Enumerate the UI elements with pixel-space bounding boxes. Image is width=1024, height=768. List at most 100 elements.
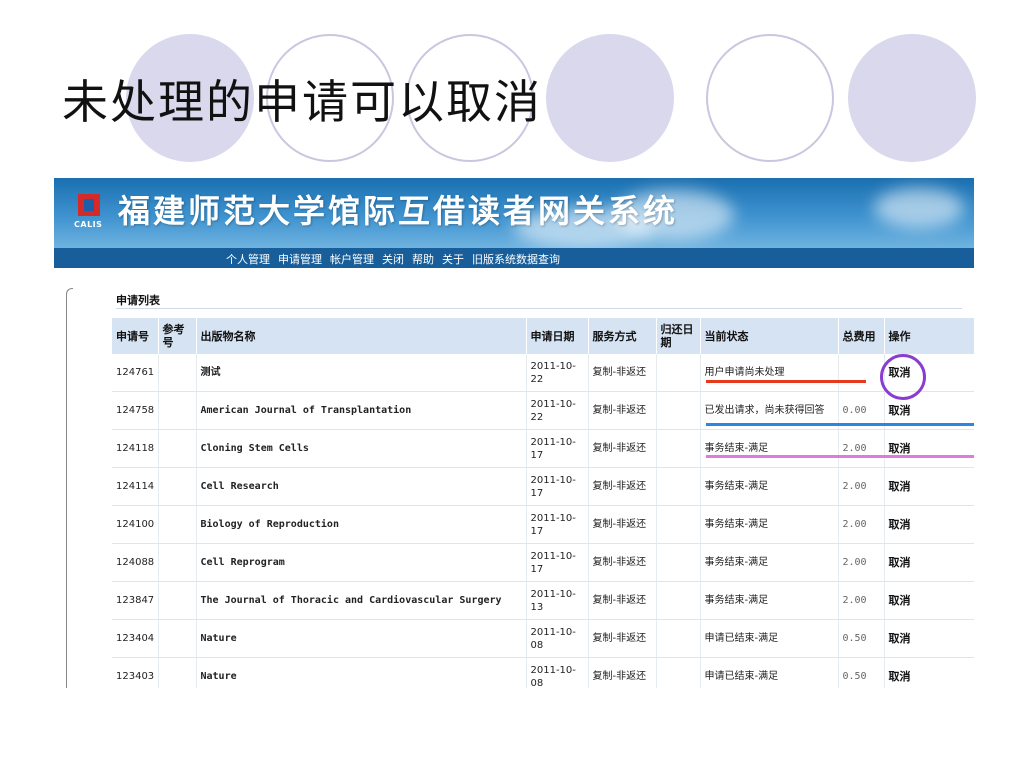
publication-title: American Journal of Transplantation bbox=[196, 391, 527, 430]
nav-account[interactable]: 帐户管理 bbox=[330, 251, 374, 267]
return-date bbox=[656, 581, 701, 620]
table-row: 124118 Cloning Stem Cells 2011-10-17 复制-非返还… bbox=[112, 429, 974, 468]
request-date: 2011-10-17 bbox=[526, 505, 589, 544]
publication-title: The Journal of Thoracic and Cardiovascul… bbox=[196, 581, 527, 620]
slide-title: 未处理的申请可以取消 bbox=[62, 75, 542, 129]
ref-id bbox=[158, 581, 197, 620]
request-date: 2011-10-08 bbox=[526, 657, 589, 688]
service-type: 复制-非返还 bbox=[588, 354, 657, 392]
col-header: 申请日期 bbox=[526, 318, 589, 354]
col-header: 申请号 bbox=[112, 318, 159, 354]
cancel-link[interactable]: 取消 bbox=[884, 505, 974, 544]
current-status: 申请已结束-满足 bbox=[700, 619, 839, 658]
publication-title: Nature bbox=[196, 619, 527, 658]
highlight-circle bbox=[880, 354, 926, 400]
nav-about[interactable]: 关于 bbox=[442, 251, 464, 267]
request-date: 2011-10-22 bbox=[526, 391, 589, 430]
cancel-link[interactable]: 取消 bbox=[884, 619, 974, 658]
total-fee: 2.00 bbox=[838, 467, 885, 506]
publication-title: Nature bbox=[196, 657, 527, 688]
col-header: 操作 bbox=[884, 318, 974, 354]
ref-id bbox=[158, 505, 197, 544]
table-row: 124761 测试 2011-10-22 复制-非返还 用户申请尚未处理 取消 bbox=[112, 354, 974, 392]
request-id: 124761 bbox=[112, 354, 159, 392]
nav-personal[interactable]: 个人管理 bbox=[226, 251, 270, 267]
cancel-link[interactable]: 取消 bbox=[884, 467, 974, 506]
table-row: 124114 Cell Research 2011-10-17 复制-非返还 事务结束-… bbox=[112, 467, 974, 506]
col-header: 总费用 bbox=[838, 318, 885, 354]
return-date bbox=[656, 354, 701, 392]
nav-help[interactable]: 帮助 bbox=[412, 251, 434, 267]
return-date bbox=[656, 543, 701, 582]
col-header: 归还日期 bbox=[656, 318, 701, 354]
request-id: 123403 bbox=[112, 657, 159, 688]
request-date: 2011-10-13 bbox=[526, 581, 589, 620]
return-date bbox=[656, 657, 701, 688]
current-status: 事务结束-满足 bbox=[700, 581, 839, 620]
service-type: 复制-非返还 bbox=[588, 467, 657, 506]
col-header: 服务方式 bbox=[588, 318, 657, 354]
service-type: 复制-非返还 bbox=[588, 619, 657, 658]
total-fee: 2.00 bbox=[838, 581, 885, 620]
ref-id bbox=[158, 543, 197, 582]
total-fee bbox=[838, 354, 885, 392]
current-status: 用户申请尚未处理 bbox=[700, 354, 839, 392]
calis-logo: CALIS bbox=[74, 186, 106, 230]
service-type: 复制-非返还 bbox=[588, 505, 657, 544]
total-fee: 2.00 bbox=[838, 543, 885, 582]
service-type: 复制-非返还 bbox=[588, 657, 657, 688]
request-table: 申请号 参考号 出版物名称 申请日期 服务方式 归还日期 当前状态 总费用 操作… bbox=[112, 318, 974, 688]
publication-title: Biology of Reproduction bbox=[196, 505, 527, 544]
current-status: 事务结束-满足 bbox=[700, 505, 839, 544]
ref-id bbox=[158, 467, 197, 506]
cancel-link[interactable]: 取消 bbox=[884, 581, 974, 620]
highlight-underline-blue bbox=[706, 423, 974, 426]
table-header-row: 申请号 参考号 出版物名称 申请日期 服务方式 归还日期 当前状态 总费用 操作 bbox=[112, 318, 974, 354]
col-header: 出版物名称 bbox=[196, 318, 527, 354]
request-id: 124088 bbox=[112, 543, 159, 582]
publication-title: Cell Reprogram bbox=[196, 543, 527, 582]
request-date: 2011-10-17 bbox=[526, 543, 589, 582]
decor-circle bbox=[546, 34, 674, 162]
table-row: 124100 Biology of Reproduction 2011-10-17 复… bbox=[112, 505, 974, 544]
request-date: 2011-10-17 bbox=[526, 429, 589, 468]
request-id: 123847 bbox=[112, 581, 159, 620]
publication-title: 测试 bbox=[196, 354, 527, 392]
nav-requests[interactable]: 申请管理 bbox=[278, 251, 322, 267]
total-fee: 2.00 bbox=[838, 429, 885, 468]
decor-circle bbox=[706, 34, 834, 162]
request-id: 124100 bbox=[112, 505, 159, 544]
content-frame bbox=[66, 288, 73, 688]
total-fee: 0.50 bbox=[838, 619, 885, 658]
cancel-link[interactable]: 取消 bbox=[884, 657, 974, 688]
return-date bbox=[656, 619, 701, 658]
nav-bar: 个人管理 申请管理 帐户管理 关闭 帮助 关于 旧版系统数据查询 bbox=[54, 248, 974, 268]
current-status: 申请已结束-满足 bbox=[700, 657, 839, 688]
system-title: 福建师范大学馆际互借读者网关系统 bbox=[118, 192, 679, 230]
current-status: 事务结束-满足 bbox=[700, 543, 839, 582]
total-fee: 0.50 bbox=[838, 657, 885, 688]
service-type: 复制-非返还 bbox=[588, 391, 657, 430]
table-row: 123403 Nature 2011-10-08 复制-非返还 申请已结束-满足 0.50… bbox=[112, 657, 974, 688]
ref-id bbox=[158, 429, 197, 468]
return-date bbox=[656, 505, 701, 544]
request-id: 124118 bbox=[112, 429, 159, 468]
cancel-link[interactable]: 取消 bbox=[884, 429, 974, 468]
ref-id bbox=[158, 619, 197, 658]
header-banner: CALIS 福建师范大学馆际互借读者网关系统 bbox=[54, 178, 974, 248]
col-header: 当前状态 bbox=[700, 318, 839, 354]
return-date bbox=[656, 429, 701, 468]
nav-close[interactable]: 关闭 bbox=[382, 251, 404, 267]
service-type: 复制-非返还 bbox=[588, 543, 657, 582]
cancel-link[interactable]: 取消 bbox=[884, 543, 974, 582]
highlight-underline-red bbox=[706, 380, 866, 383]
request-id: 124114 bbox=[112, 467, 159, 506]
service-type: 复制-非返还 bbox=[588, 429, 657, 468]
nav-legacy[interactable]: 旧版系统数据查询 bbox=[472, 251, 560, 267]
publication-title: Cell Research bbox=[196, 467, 527, 506]
table-row: 123847 The Journal of Thoracic and Cardio… bbox=[112, 581, 974, 620]
ref-id bbox=[158, 391, 197, 430]
table-row: 123404 Nature 2011-10-08 复制-非返还 申请已结束-满足 0.50… bbox=[112, 619, 974, 658]
request-id: 123404 bbox=[112, 619, 159, 658]
decor-circle bbox=[848, 34, 976, 162]
